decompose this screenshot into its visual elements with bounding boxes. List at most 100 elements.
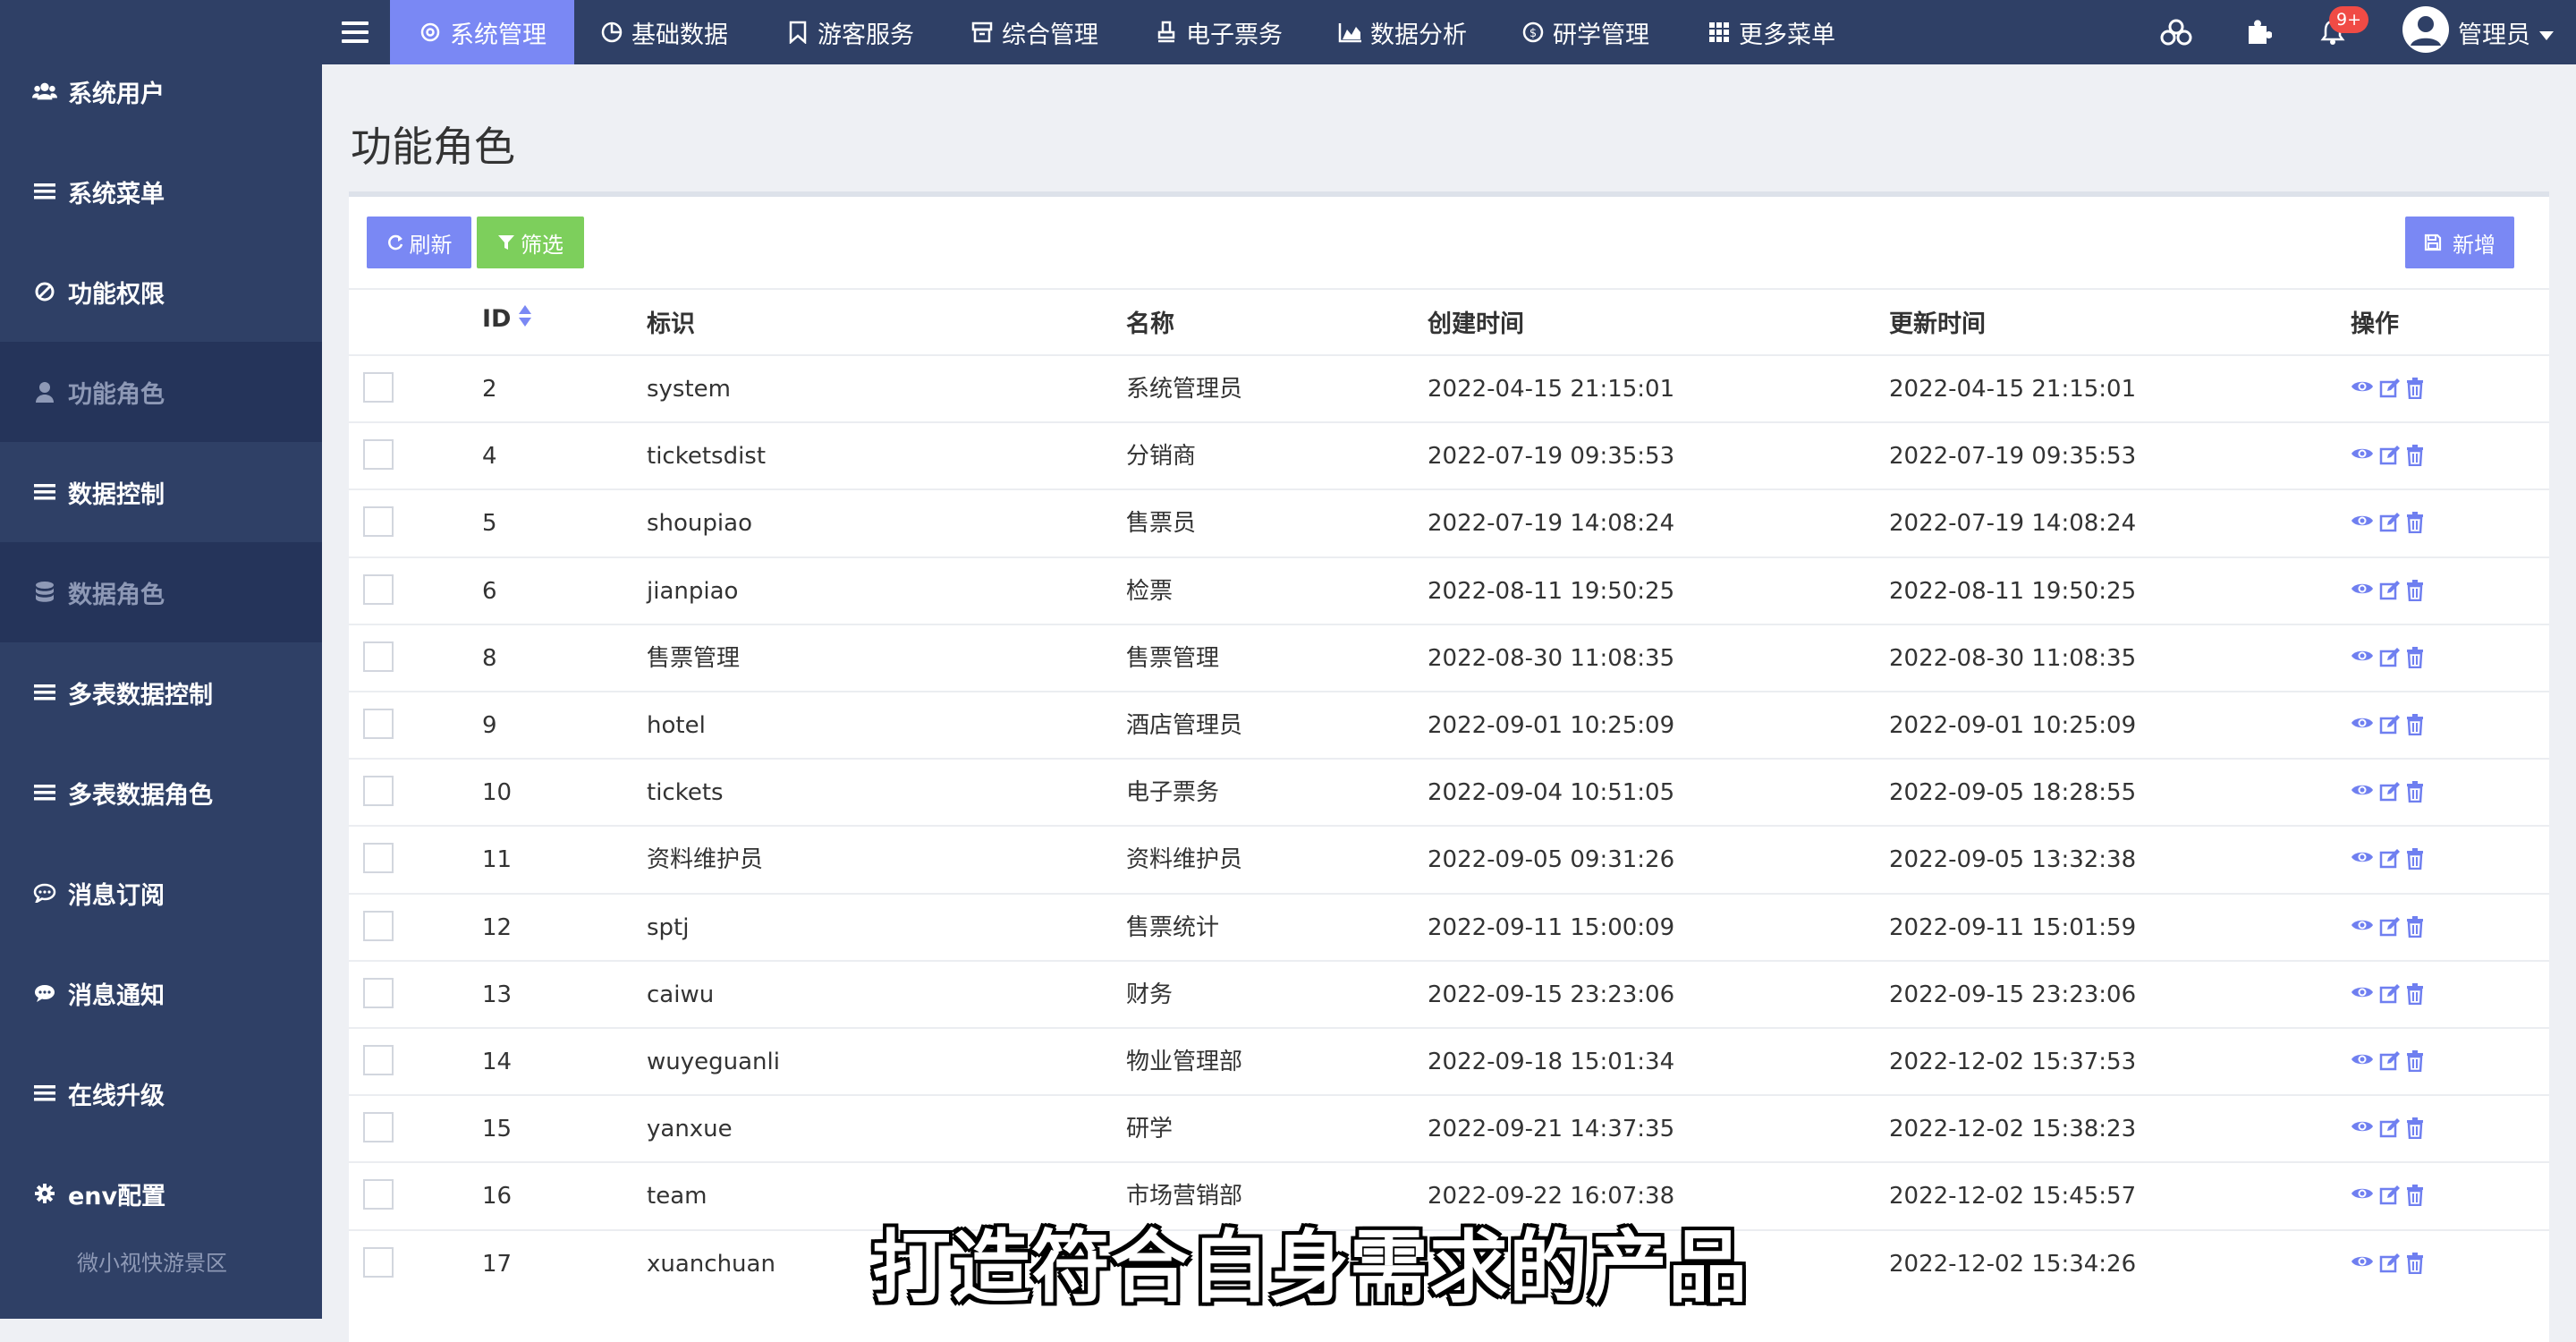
database-icon [32, 580, 57, 605]
row-checkbox[interactable] [363, 573, 394, 605]
topnav-item-visitor[interactable]: 游客服务 [785, 0, 914, 64]
cell-name: 电子票务 [1126, 779, 1220, 807]
delete-icon[interactable] [2406, 378, 2424, 403]
sidebar-item-env[interactable]: env配置 [0, 1143, 322, 1244]
view-icon[interactable] [2351, 580, 2374, 605]
delete-icon[interactable] [2406, 646, 2424, 672]
row-checkbox[interactable] [363, 372, 394, 403]
topnav-item-label: 研学管理 [1553, 21, 1649, 49]
row-checkbox[interactable] [363, 1045, 394, 1075]
puzzle-icon[interactable] [2245, 0, 2272, 64]
edit-icon[interactable] [2379, 781, 2401, 806]
view-icon[interactable] [2351, 781, 2374, 806]
sidebar-item-roles[interactable]: 功能角色 [0, 342, 322, 442]
cell-id: 4 [482, 443, 497, 471]
delete-icon[interactable] [2406, 512, 2424, 537]
view-icon[interactable] [2351, 512, 2374, 537]
delete-icon[interactable] [2406, 1252, 2424, 1278]
topnav-item-general[interactable]: 综合管理 [970, 0, 1098, 64]
table-row: 13 caiwu 财务 2022-09-15 23:23:06 2022-09-15 2… [349, 959, 2549, 1029]
view-icon[interactable] [2351, 1117, 2374, 1142]
topnav-item-eticket[interactable]: 电子票务 [1154, 0, 1283, 64]
delete-icon[interactable] [2406, 915, 2424, 941]
delete-icon[interactable] [2406, 579, 2424, 605]
edit-icon[interactable] [2379, 714, 2401, 739]
cell-created: 2022-07-19 09:35:53 [1428, 443, 1675, 471]
row-checkbox[interactable] [363, 776, 394, 807]
edit-icon[interactable] [2379, 512, 2401, 537]
delete-icon[interactable] [2406, 714, 2424, 739]
column-header-id[interactable]: ID [482, 304, 532, 334]
row-checkbox[interactable] [363, 910, 394, 941]
sidebar-item-permissions[interactable]: 功能权限 [0, 242, 322, 342]
view-icon[interactable] [2351, 1185, 2374, 1210]
column-header-updated: 更新时间 [1889, 310, 1986, 338]
cell-updated: 2022-04-15 21:15:01 [1889, 376, 2137, 403]
cell-id: 15 [482, 1116, 513, 1143]
delete-icon[interactable] [2406, 848, 2424, 873]
sidebar-item-upgrade[interactable]: 在线升级 [0, 1043, 322, 1143]
edit-icon[interactable] [2379, 916, 2401, 941]
edit-icon[interactable] [2379, 445, 2401, 470]
view-icon[interactable] [2351, 983, 2374, 1008]
row-checkbox[interactable] [363, 843, 394, 874]
row-checkbox[interactable] [363, 977, 394, 1008]
sidebar-item-data-roles[interactable]: 数据角色 [0, 542, 322, 642]
filter-button[interactable]: 筛选 [477, 217, 584, 268]
view-icon[interactable] [2351, 1253, 2374, 1278]
delete-icon[interactable] [2406, 445, 2424, 470]
sidebar-item-msg-notify[interactable]: 消息通知 [0, 943, 322, 1043]
sort-icon[interactable] [518, 304, 532, 334]
row-checkbox[interactable] [363, 506, 394, 538]
edit-icon[interactable] [2379, 983, 2401, 1008]
delete-icon[interactable] [2406, 982, 2424, 1008]
row-checkbox[interactable] [363, 439, 394, 471]
cell-code: xuanchuan [647, 1250, 775, 1278]
view-icon[interactable] [2351, 1050, 2374, 1075]
sidebar-item-multi-data-control[interactable]: 多表数据控制 [0, 642, 322, 743]
sidebar-item-multi-data-roles[interactable]: 多表数据角色 [0, 743, 322, 843]
sidebar-item-msg-subscribe[interactable]: 消息订阅 [0, 843, 322, 943]
row-checkbox[interactable] [363, 641, 394, 672]
edit-icon[interactable] [2379, 1050, 2401, 1075]
row-checkbox[interactable] [363, 709, 394, 739]
topnav-item-study[interactable]: $ 研学管理 [1521, 0, 1649, 64]
edit-icon[interactable] [2379, 1253, 2401, 1278]
edit-icon[interactable] [2379, 647, 2401, 672]
delete-icon[interactable] [2406, 1185, 2424, 1210]
view-icon[interactable] [2351, 916, 2374, 941]
edit-icon[interactable] [2379, 580, 2401, 605]
add-button[interactable]: 新增 [2405, 217, 2514, 268]
row-checkbox[interactable] [363, 1179, 394, 1210]
cell-name: 研学 [1126, 1116, 1174, 1143]
view-icon[interactable] [2351, 647, 2374, 672]
sidebar-item-system-menu[interactable]: 系统菜单 [0, 141, 322, 242]
delete-icon[interactable] [2406, 1117, 2424, 1142]
delete-icon[interactable] [2406, 781, 2424, 806]
user-menu[interactable]: 管理员 [2402, 0, 2554, 64]
topnav-item-analysis[interactable]: 数据分析 [1338, 0, 1467, 64]
edit-icon[interactable] [2379, 1185, 2401, 1210]
refresh-button[interactable]: 刷新 [367, 217, 471, 268]
row-checkbox[interactable] [363, 1246, 394, 1278]
cell-id: 17 [482, 1250, 513, 1278]
topnav-item-more[interactable]: 更多菜单 [1707, 0, 1835, 64]
stamp-icon [1154, 20, 1179, 45]
sidebar-item-label: env配置 [68, 1182, 166, 1210]
sidebar-item-data-control[interactable]: 数据控制 [0, 442, 322, 542]
table-row: 15 yanxue 研学 2022-09-21 14:37:35 2022-12-02 … [349, 1094, 2549, 1163]
cubes-icon[interactable] [2159, 0, 2193, 64]
topnav-item-system[interactable]: 系统管理 [390, 0, 574, 64]
edit-icon[interactable] [2379, 848, 2401, 873]
edit-icon[interactable] [2379, 1117, 2401, 1142]
view-icon[interactable] [2351, 378, 2374, 403]
menu-toggle-icon[interactable] [342, 13, 369, 51]
sidebar-item-system-users[interactable]: 系统用户 [0, 41, 322, 141]
edit-icon[interactable] [2379, 378, 2401, 403]
view-icon[interactable] [2351, 848, 2374, 873]
topnav-item-basic-data[interactable]: 基础数据 [599, 0, 728, 64]
view-icon[interactable] [2351, 714, 2374, 739]
view-icon[interactable] [2351, 445, 2374, 470]
delete-icon[interactable] [2406, 1050, 2424, 1075]
row-checkbox[interactable] [363, 1112, 394, 1143]
